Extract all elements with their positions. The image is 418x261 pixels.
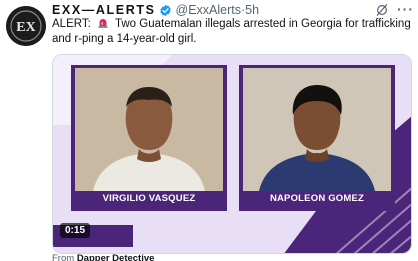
siren-emoji-icon xyxy=(98,19,108,28)
avatar[interactable]: EX xyxy=(6,6,46,46)
video-source: From Dapper Detective xyxy=(52,253,154,261)
tweet-text-prefix: ALERT: xyxy=(52,18,91,30)
tweet-text: ALERT: Two Guatemalan illegals arrested … xyxy=(52,17,412,47)
video-source-name[interactable]: Dapper Detective xyxy=(77,253,155,261)
display-name[interactable]: EXX—ALERTS xyxy=(52,3,156,17)
timestamp[interactable]: 5h xyxy=(245,3,259,17)
avatar-logo-icon: EX xyxy=(6,6,46,46)
grok-icon[interactable] xyxy=(375,3,389,17)
video-frame xyxy=(53,55,411,253)
video-source-prefix: From xyxy=(52,253,77,261)
verified-badge-icon xyxy=(159,4,171,16)
video-duration: 0:15 xyxy=(60,223,91,238)
video-player[interactable]: VIRGILIO VASQUEZ NAPOLEON GOMEZ 0:15 xyxy=(52,54,412,254)
handle[interactable]: @ExxAlerts xyxy=(176,3,241,17)
svg-text:EX: EX xyxy=(16,20,35,35)
more-options-icon[interactable]: ··· xyxy=(397,1,414,17)
tweet-header: EXX—ALERTS @ExxAlerts · 5h xyxy=(52,2,259,18)
left-name-caption: VIRGILIO VASQUEZ xyxy=(102,193,196,204)
tweet[interactable]: EX EXX—ALERTS @ExxAlerts · 5h ··· ALERT:… xyxy=(0,0,418,261)
right-name-caption: NAPOLEON GOMEZ xyxy=(269,193,365,204)
